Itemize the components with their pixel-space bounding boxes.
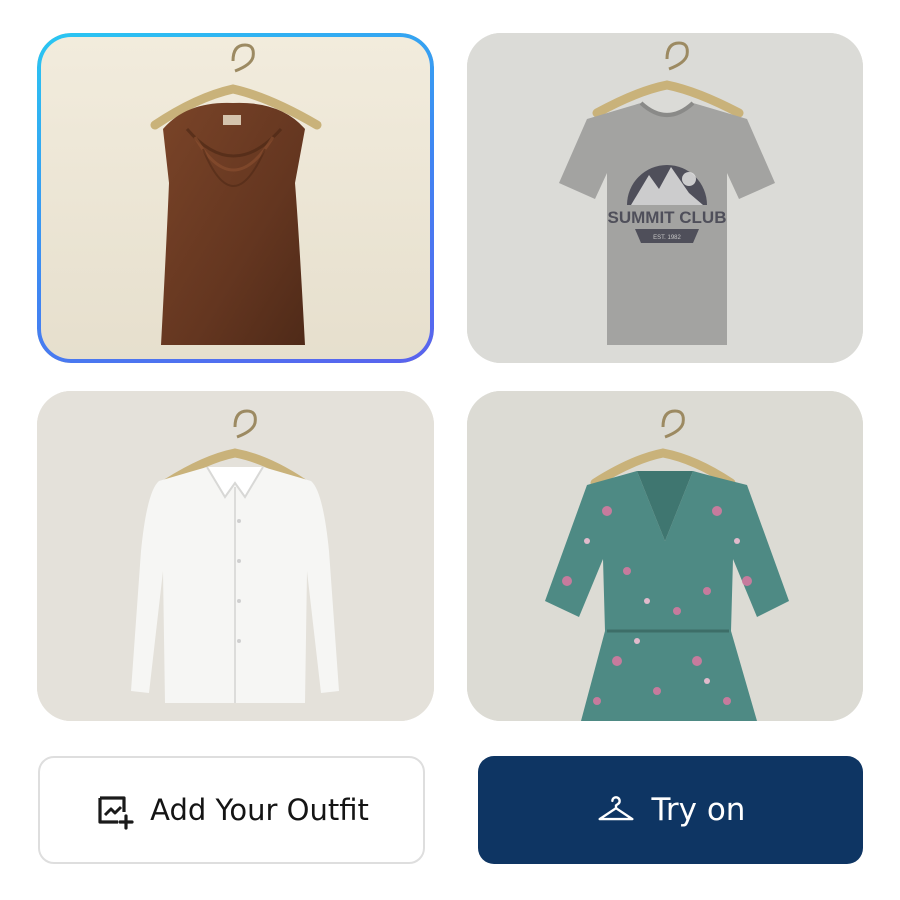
- tshirt-graphic-subtext: EST. 1982: [653, 235, 681, 241]
- garment-image-grey-tshirt: SUMMIT CLUB EST. 1982: [467, 33, 863, 363]
- garment-card-grey-tshirt[interactable]: SUMMIT CLUB EST. 1982: [467, 33, 863, 363]
- add-outfit-label: Add Your Outfit: [150, 793, 369, 827]
- garment-card-brown-top[interactable]: [37, 33, 434, 363]
- garment-image-floral-dress: [467, 391, 863, 721]
- garment-card-white-shirt[interactable]: [37, 391, 434, 721]
- try-on-button[interactable]: Try on: [478, 756, 863, 864]
- add-outfit-button[interactable]: Add Your Outfit: [38, 756, 425, 864]
- garment-card-floral-dress[interactable]: [467, 391, 863, 721]
- garment-image-brown-top: [37, 33, 434, 363]
- hanger-icon: [596, 790, 636, 830]
- add-image-icon: [94, 790, 134, 830]
- tshirt-graphic-text: SUMMIT CLUB: [608, 208, 727, 227]
- try-on-label: Try on: [651, 792, 746, 828]
- garment-image-white-shirt: [37, 391, 434, 721]
